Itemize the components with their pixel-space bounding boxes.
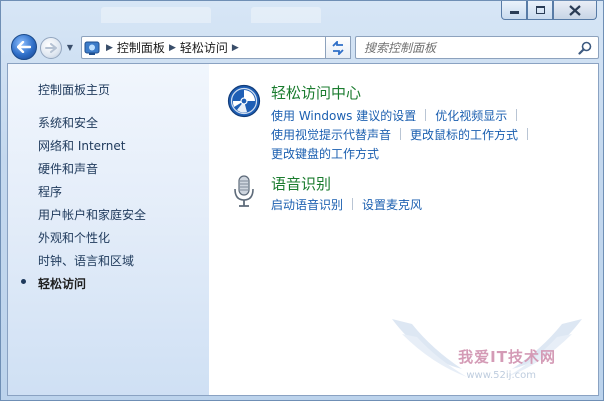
sidebar-item-label: 硬件和声音: [38, 162, 99, 176]
link-change-mouse-settings[interactable]: 更改鼠标的工作方式: [410, 128, 518, 142]
ease-of-access-icon[interactable]: [227, 84, 261, 118]
sidebar-item-label: 程序: [38, 185, 63, 199]
sidebar-item-label: 网络和 Internet: [38, 139, 126, 153]
background-window-tab: [251, 7, 321, 23]
sidebar-item-label: 系统和安全: [38, 116, 99, 130]
minimize-icon: [509, 11, 519, 14]
search-input[interactable]: [364, 40, 572, 55]
sidebar-item-control-panel-home[interactable]: 控制面板主页: [38, 81, 110, 98]
breadcrumb-ease-of-access[interactable]: 轻松访问: [180, 39, 228, 56]
sidebar-item-hardware-sound[interactable]: 硬件和声音: [38, 160, 146, 183]
refresh-button[interactable]: [325, 36, 351, 59]
breadcrumb-separator-icon[interactable]: ▶: [169, 43, 176, 53]
link-set-up-microphone[interactable]: 设置麦克风: [362, 198, 422, 212]
search-box: [355, 36, 599, 59]
link-row: 使用视觉提示代替声音 更改鼠标的工作方式: [271, 126, 537, 145]
forward-button[interactable]: [40, 37, 62, 59]
link-separator: [516, 109, 518, 121]
close-button[interactable]: [553, 1, 597, 20]
search-icon[interactable]: [578, 41, 592, 55]
arrow-right-icon: [45, 43, 57, 53]
arrow-left-icon: [17, 41, 31, 53]
sidebar-item-label: 外观和个性化: [38, 231, 111, 245]
breadcrumb-separator-icon[interactable]: ▶: [232, 43, 239, 53]
sidebar-item-network-internet[interactable]: 网络和 Internet: [38, 137, 146, 160]
sidebar-item-clock-language-region[interactable]: 时钟、语言和区域: [38, 252, 146, 275]
explorer-window: ▼ ▶ 控制面板 ▶ 轻松访问 ▶ ▼: [0, 0, 604, 401]
current-item-bullet-icon: [21, 279, 26, 284]
link-separator: [425, 109, 427, 121]
control-panel-icon: [82, 37, 102, 58]
minimize-button[interactable]: [501, 1, 527, 20]
category-title-speech-recognition[interactable]: 语音识别: [271, 173, 331, 194]
link-visual-alternatives-for-sounds[interactable]: 使用视觉提示代替声音: [271, 128, 391, 142]
link-separator: [527, 128, 529, 140]
sidebar-item-label: 用户帐户和家庭安全: [38, 208, 147, 222]
address-bar[interactable]: ▶ 控制面板 ▶ 轻松访问 ▶ ▼: [81, 36, 349, 59]
sidebar-item-label: 轻松访问: [38, 277, 87, 291]
recent-pages-dropdown[interactable]: ▼: [65, 41, 75, 53]
sidebar-item-system-security[interactable]: 系统和安全: [38, 114, 146, 137]
sidebar-item-user-accounts[interactable]: 用户帐户和家庭安全: [38, 206, 146, 229]
link-row: 更改键盘的工作方式: [271, 145, 537, 164]
sidebar: 控制面板主页 系统和安全 网络和 Internet 硬件和声音 程序 用户帐户和…: [8, 64, 209, 395]
breadcrumb-separator-icon[interactable]: ▶: [106, 43, 113, 53]
link-row: 使用 Windows 建议的设置 优化视频显示: [271, 107, 537, 126]
close-icon: [569, 4, 581, 16]
maximize-button[interactable]: [527, 1, 553, 20]
sidebar-item-label: 时钟、语言和区域: [38, 254, 135, 268]
sidebar-item-programs[interactable]: 程序: [38, 183, 146, 206]
background-window-tab: [101, 7, 211, 23]
category-title-ease-of-access-center[interactable]: 轻松访问中心: [271, 82, 361, 103]
sidebar-category-list: 系统和安全 网络和 Internet 硬件和声音 程序 用户帐户和家庭安全 外观…: [21, 114, 146, 298]
watermark: 我爱IT技术网 www.52ij.com: [382, 299, 592, 389]
link-optimize-visual-display[interactable]: 优化视频显示: [435, 109, 507, 123]
refresh-icon: [332, 40, 344, 55]
link-separator: [400, 128, 402, 140]
sidebar-item-ease-of-access: 轻松访问: [21, 275, 146, 298]
caption-buttons: [501, 1, 597, 20]
wings-logo-icon: [392, 319, 582, 377]
maximize-icon: [535, 6, 545, 14]
link-use-recommended-settings[interactable]: 使用 Windows 建议的设置: [271, 109, 416, 123]
sidebar-item-appearance[interactable]: 外观和个性化: [38, 229, 146, 252]
link-start-speech-recognition[interactable]: 启动语音识别: [271, 198, 343, 212]
breadcrumb-control-panel[interactable]: 控制面板: [117, 39, 165, 56]
content-area: 控制面板主页 系统和安全 网络和 Internet 硬件和声音 程序 用户帐户和…: [7, 63, 599, 396]
category-links: 使用 Windows 建议的设置 优化视频显示 使用视觉提示代替声音 更改鼠标的工作…: [271, 107, 537, 164]
link-change-keyboard-settings[interactable]: 更改键盘的工作方式: [271, 147, 379, 161]
chevron-down-icon: ▼: [66, 42, 74, 52]
microphone-icon[interactable]: [227, 175, 261, 209]
main-panel: 轻松访问中心 使用 Windows 建议的设置 优化视频显示 使用视觉提示代替声音…: [209, 64, 598, 395]
link-row: 启动语音识别 设置麦克风: [271, 196, 422, 215]
watermark-url: www.52ij.com: [466, 370, 536, 381]
navigation-bar: ▼ ▶ 控制面板 ▶ 轻松访问 ▶ ▼: [7, 31, 599, 61]
watermark-text: 我爱IT技术网: [458, 348, 556, 366]
back-button[interactable]: [11, 34, 37, 60]
link-separator: [352, 198, 354, 210]
category-links: 启动语音识别 设置麦克风: [271, 196, 422, 215]
